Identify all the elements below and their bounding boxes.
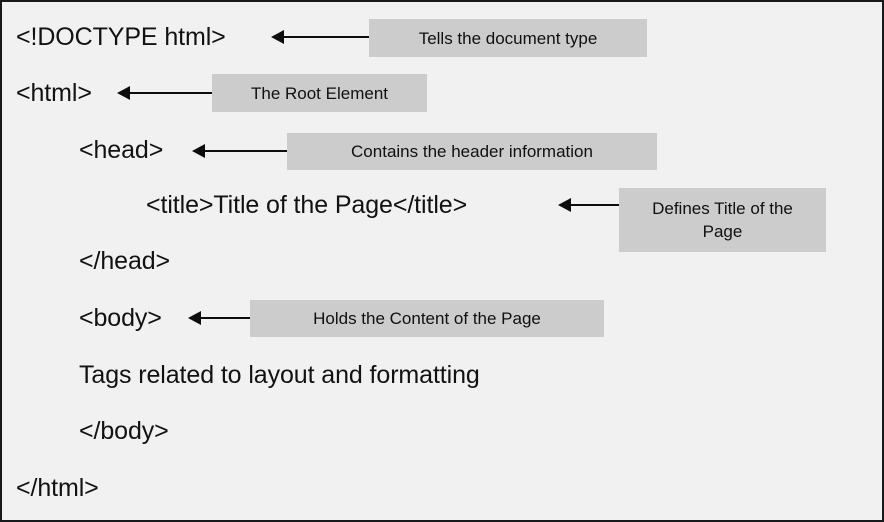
code-line-html-close: </html> [16,474,99,502]
arrow-shaft [126,92,214,94]
code-line-head-close: </head> [79,247,171,275]
code-line-head-open: <head> [79,136,164,164]
arrow-to-body [188,311,252,325]
arrow-to-title [558,198,621,212]
code-line-body-open: <body> [79,304,162,332]
code-line-body-content: Tags related to layout and formatting [79,361,480,389]
arrow-shaft [567,204,621,206]
arrow-to-head [192,144,289,158]
arrow-head-icon [117,86,130,100]
callout-head: Contains the header information [287,133,657,170]
callout-doctype: Tells the document type [369,19,647,57]
code-line-html-open: <html> [16,79,92,107]
code-line-doctype: <!DOCTYPE html> [16,23,226,51]
arrow-head-icon [558,198,571,212]
callout-html: The Root Element [212,74,427,112]
callout-title: Defines Title of the Page [619,188,826,252]
arrow-head-icon [271,30,284,44]
arrow-shaft [280,36,371,38]
html-structure-diagram: <!DOCTYPE html> <html> <head> <title>Tit… [0,0,884,522]
arrow-to-html [117,86,214,100]
arrow-shaft [201,150,289,152]
arrow-to-doctype [271,30,371,44]
arrow-head-icon [188,311,201,325]
callout-body: Holds the Content of the Page [250,300,604,337]
code-line-title: <title>Title of the Page</title> [146,191,468,219]
arrow-shaft [197,317,252,319]
code-line-body-close: </body> [79,417,169,445]
arrow-head-icon [192,144,205,158]
